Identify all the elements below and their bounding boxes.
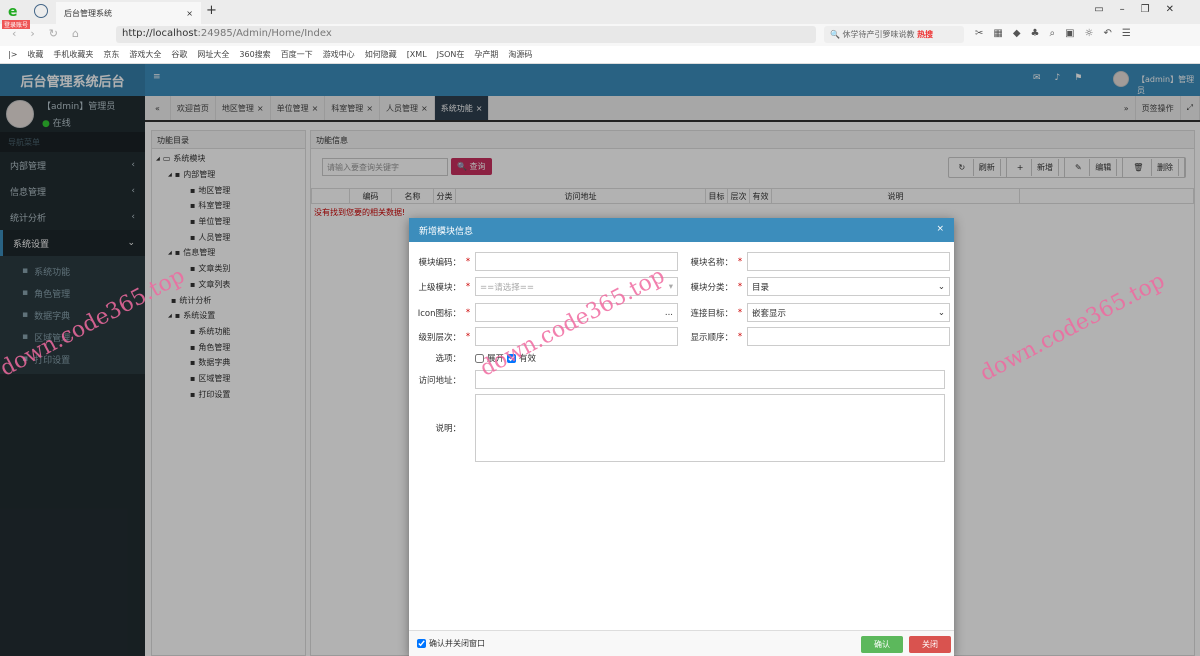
bookmark-item[interactable]: 360搜索 — [239, 49, 270, 60]
valid-label: 有效 — [519, 354, 537, 364]
level-input[interactable] — [475, 327, 678, 346]
confirm-close-checkbox[interactable] — [417, 639, 426, 648]
bookmark-item[interactable]: 百度一下 — [281, 49, 313, 60]
browser-tab-strip: e 登录账号 后台管理系统 × + ▭–❐✕ — [0, 0, 1200, 29]
bookmarks-toggle-icon[interactable]: |> — [8, 50, 17, 59]
order-label: 显示顺序： — [690, 332, 733, 343]
valid-checkbox[interactable] — [507, 353, 517, 363]
browser-tab[interactable]: 后台管理系统 × — [56, 2, 201, 24]
confirm-close-label: 确认并关闭窗口 — [429, 639, 485, 648]
bookmark-item[interactable]: 如何隐藏 — [365, 49, 397, 60]
url-label: 访问地址： — [418, 375, 461, 386]
tab-title: 后台管理系统 — [64, 8, 112, 18]
navigate-icon[interactable] — [34, 4, 48, 18]
target-label: 连接目标： — [690, 308, 733, 319]
confirm-button[interactable]: 确认 — [861, 636, 903, 653]
expand-checkbox[interactable] — [475, 353, 484, 363]
icon-picker-button[interactable]: ... — [665, 308, 673, 318]
type-label: 模块分类： — [690, 282, 733, 293]
description-textarea[interactable] — [475, 394, 945, 462]
url-input[interactable]: http://localhost:24985/Admin/Home/Index — [116, 26, 816, 43]
url-input[interactable] — [475, 370, 945, 389]
address-bar: ‹›↻⌂ http://localhost:24985/Admin/Home/I… — [0, 24, 1200, 46]
icon-label: Icon图标： — [417, 308, 461, 319]
window-controls[interactable]: ▭–❐✕ — [1094, 4, 1190, 15]
module-name-input[interactable] — [747, 252, 950, 271]
browser-toolbar-icons[interactable]: ✂▦◆♣⌕▣☼↶☰ — [975, 28, 1141, 39]
expand-label: 展开 — [487, 354, 505, 364]
level-label: 级别层次： — [418, 332, 461, 343]
bookmark-item[interactable]: 游戏中心 — [323, 49, 355, 60]
bookmark-item[interactable]: 京东 — [103, 49, 119, 60]
dialog-title: 新增模块信息 — [419, 227, 474, 237]
bookmarks-bar: |> 收藏 手机收藏夹 京东 游戏大全 谷歌 网址大全 360搜索 百度一下 游戏中心 如何隐藏 [X… — [0, 46, 1200, 64]
module-code-input[interactable] — [475, 252, 678, 271]
bookmark-item[interactable]: 网址大全 — [197, 49, 229, 60]
name-label: 模块名称： — [690, 257, 733, 268]
link-target-select[interactable]: 嵌套显示 ⌄ — [747, 303, 950, 322]
dialog-footer: 确认并关闭窗口 确认 关闭 — [409, 630, 954, 656]
bookmark-item[interactable]: 收藏 — [27, 49, 43, 60]
browser-logo-icon: e — [8, 4, 18, 20]
bookmark-item[interactable]: JSON在 — [437, 49, 465, 60]
bookmark-item[interactable]: 手机收藏夹 — [53, 49, 93, 60]
close-button[interactable]: 关闭 — [909, 636, 951, 653]
add-module-dialog: 新增模块信息 × 模块编码： * 模块名称： * 上级模块： * ==请选择== ▾ 模块分… — [409, 218, 954, 656]
browser-search[interactable]: 🔍 休学待产引箩味说教 热搜 — [824, 26, 964, 43]
module-type-select[interactable]: 目录 ⌄ — [747, 277, 950, 296]
close-tab-icon[interactable]: × — [186, 9, 193, 18]
order-input[interactable] — [747, 327, 950, 346]
bookmark-item[interactable]: [XML — [407, 50, 427, 59]
bookmark-item[interactable]: 游戏大全 — [129, 49, 161, 60]
bookmark-item[interactable]: 孕产期 — [474, 49, 498, 60]
icon-input[interactable]: ... — [475, 303, 678, 322]
bookmark-item[interactable]: 淘源码 — [508, 49, 532, 60]
code-label: 模块编码： — [418, 257, 461, 268]
bookmark-item[interactable]: 谷歌 — [171, 49, 187, 60]
options-label: 选项： — [435, 354, 461, 364]
login-badge: 登录账号 — [2, 20, 31, 29]
parent-module-select[interactable]: ==请选择== ▾ — [475, 277, 678, 296]
close-icon[interactable]: × — [936, 224, 944, 236]
desc-label: 说明： — [435, 424, 461, 434]
new-tab-icon[interactable]: + — [206, 3, 217, 18]
parent-label: 上级模块： — [418, 282, 461, 293]
